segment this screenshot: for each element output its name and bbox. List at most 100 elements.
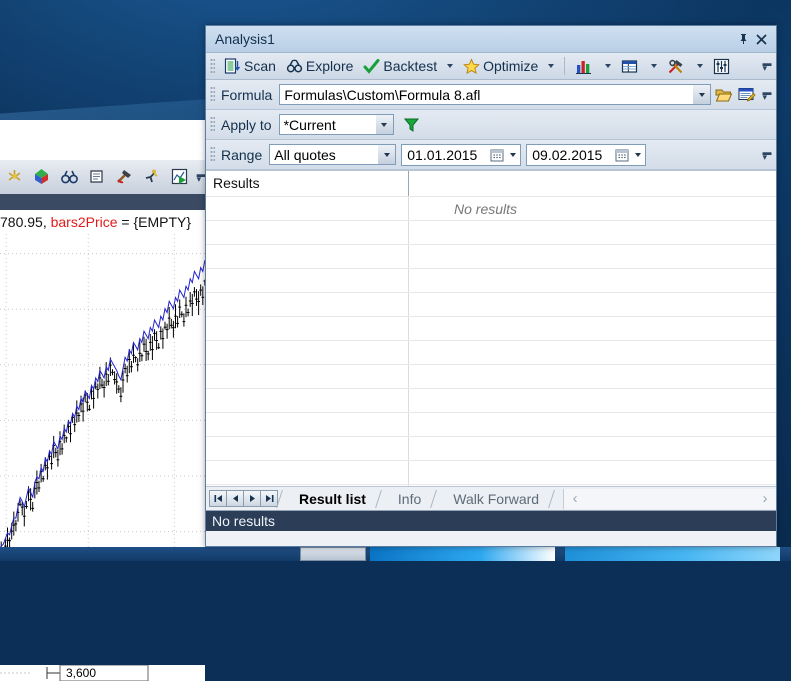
first-record-icon (214, 495, 222, 502)
apply-to-combo[interactable]: *Current (278, 114, 394, 135)
taskbar-item-1[interactable] (370, 547, 555, 561)
taskbar-button[interactable] (300, 547, 366, 561)
toolbar-grip[interactable] (210, 57, 215, 75)
settings-button[interactable] (708, 54, 738, 79)
filter-button[interactable] (400, 113, 424, 137)
taskbar[interactable] (0, 547, 791, 561)
apply-to-value: *Current (283, 116, 336, 133)
star-icon (463, 57, 480, 74)
analysis-toolbar[interactable]: Scan Explore Backtest Optimize ▬ ▾ (206, 53, 776, 80)
taskbar-item-2[interactable] (565, 547, 780, 561)
scan-label: Scan (244, 58, 276, 74)
pin-icon[interactable] (734, 30, 752, 48)
scan-button[interactable]: Scan (219, 54, 281, 79)
background-application[interactable]: ▬ ▾ 780.95, bars2Price = {EMPTY} 3,600 (0, 120, 248, 681)
chart-play-icon[interactable] (170, 167, 189, 186)
tab-result-list[interactable]: Result list (287, 488, 376, 510)
close-icon[interactable] (752, 30, 770, 48)
colors-icon[interactable] (32, 167, 51, 186)
optimize-button[interactable]: Optimize (458, 54, 543, 79)
formula-row[interactable]: Formula Formulas\Custom\Formula 8.afl ▬ ▾ (206, 80, 776, 110)
range-label: Range (221, 146, 263, 163)
first-record-button[interactable] (209, 490, 227, 507)
price-chart[interactable] (0, 234, 205, 561)
edit-formula-button[interactable] (735, 83, 759, 107)
results-column-divider[interactable] (408, 171, 409, 486)
tab-walk-forward[interactable]: Walk Forward (441, 488, 549, 510)
background-white-band (0, 120, 205, 161)
tab-scroll-left-button[interactable]: ‹ (564, 489, 586, 509)
window-titlebar[interactable]: Analysis1 (206, 26, 776, 53)
formula-dropdown-button[interactable] (693, 85, 711, 104)
backtest-dropdown-caret[interactable] (447, 64, 454, 68)
range-dropdown-button[interactable] (378, 145, 396, 164)
range-value: All quotes (274, 146, 336, 163)
results-row-line (206, 316, 776, 317)
range-row-grip[interactable] (210, 146, 215, 163)
date-to-field[interactable]: 09.02.2015 (526, 143, 647, 166)
results-row-line (206, 460, 776, 461)
explore-button[interactable]: Explore (281, 54, 358, 79)
formula-row-grip[interactable] (210, 86, 215, 103)
chart-axis-label-row: 3,600 (0, 665, 205, 681)
tab-separator (376, 488, 386, 510)
chart-button[interactable] (570, 54, 600, 79)
open-formula-button[interactable] (711, 83, 735, 107)
toolbar-overflow-button[interactable]: ▬ ▾ (761, 59, 773, 73)
date-from-dropdown-button[interactable] (506, 145, 520, 164)
backtest-button[interactable]: Backtest (358, 54, 442, 79)
report-dropdown-caret[interactable] (651, 64, 658, 68)
date-from-value: 01.01.2015 (407, 146, 478, 163)
formula-combo[interactable]: Formulas\Custom\Formula 8.afl (279, 84, 712, 105)
optimize-dropdown-caret[interactable] (548, 64, 555, 68)
calendar-icon[interactable] (615, 148, 629, 162)
scan-list-icon (224, 57, 241, 74)
calendar-icon[interactable] (490, 148, 504, 162)
runner-icon[interactable] (142, 167, 161, 186)
results-row-line (206, 220, 776, 221)
report-button[interactable] (616, 54, 646, 79)
results-row-line (206, 196, 776, 197)
results-column-header[interactable]: Results (213, 175, 260, 191)
results-row-line (206, 412, 776, 413)
scroll-icon[interactable] (87, 167, 106, 186)
tools-button[interactable] (662, 54, 692, 79)
formula-row-overflow[interactable]: ▬ ▾ (761, 87, 773, 101)
price-chart-canvas (0, 234, 205, 561)
next-record-button[interactable] (243, 490, 261, 507)
results-tabbar[interactable]: Result list Info Walk Forward ‹ › (206, 486, 776, 510)
tab-info[interactable]: Info (386, 488, 431, 510)
apply-row-grip[interactable] (210, 116, 215, 133)
tools-dropdown-caret[interactable] (697, 64, 704, 68)
hammer-icon[interactable] (115, 167, 134, 186)
results-grid[interactable]: Results No results (206, 170, 776, 486)
fireworks-icon[interactable] (5, 167, 24, 186)
edit-formula-icon (738, 87, 756, 102)
backtest-label: Backtest (383, 58, 438, 74)
tab-result-list-label: Result list (299, 490, 366, 507)
analysis-window[interactable]: Analysis1 Scan Explore Backtest Optimize… (205, 25, 777, 547)
apply-to-label: Apply to (221, 116, 272, 133)
last-record-button[interactable] (260, 490, 278, 507)
bar-chart-icon (576, 60, 592, 74)
optimize-label: Optimize (483, 58, 539, 74)
range-row-overflow[interactable]: ▬ ▾ (761, 147, 773, 161)
code-suffix: = {EMPTY} (117, 214, 192, 230)
hammer-wrench-icon (669, 59, 683, 73)
previous-record-button[interactable] (226, 490, 244, 507)
range-combo[interactable]: All quotes (269, 144, 397, 165)
apply-to-dropdown-button[interactable] (375, 115, 393, 134)
date-from-field[interactable]: 01.01.2015 (401, 143, 522, 166)
range-row[interactable]: Range All quotes 01.01.2015 09.02.2015 ▬… (206, 140, 776, 170)
tab-separator (549, 488, 559, 510)
tab-scroll-right-button[interactable]: › (754, 489, 776, 509)
background-toolbar[interactable]: ▬ ▾ (0, 160, 248, 195)
binoculars-icon[interactable] (60, 167, 79, 186)
open-folder-icon (715, 89, 732, 101)
date-to-dropdown-button[interactable] (631, 145, 645, 164)
apply-to-row[interactable]: Apply to *Current (206, 110, 776, 140)
next-record-icon (249, 495, 255, 502)
axis-value-label: 3,600 (66, 666, 97, 680)
chart-dropdown-caret[interactable] (605, 64, 612, 68)
status-bar: No results (206, 510, 776, 531)
